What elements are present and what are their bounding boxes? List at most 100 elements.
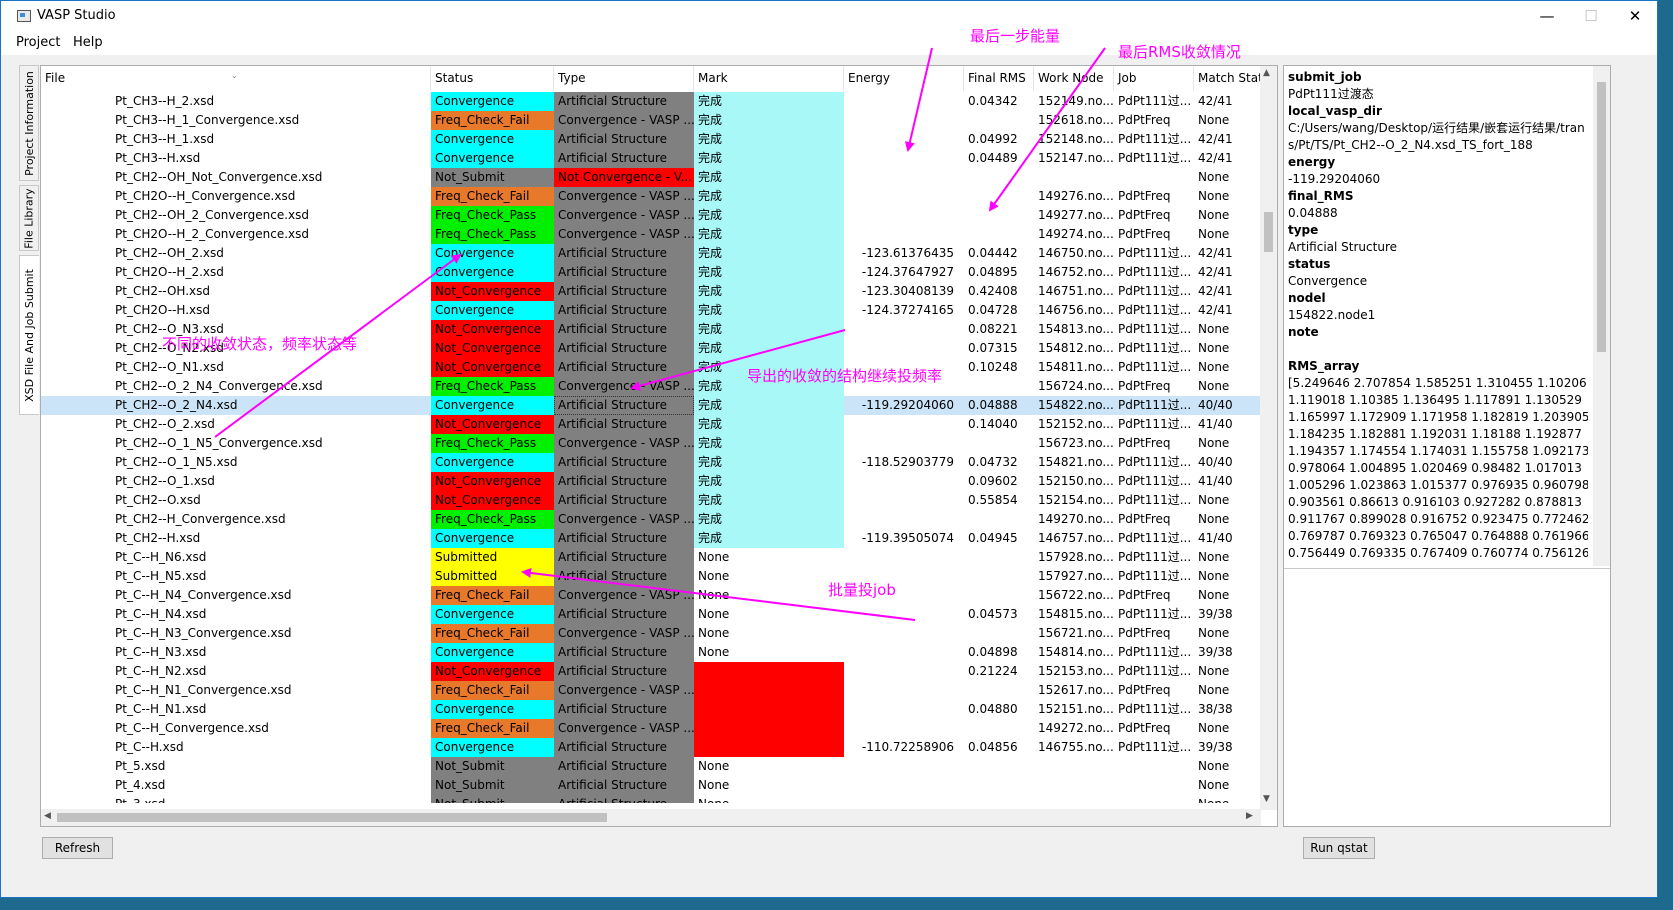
- cell-file: Pt_C--H_N1.xsd: [115, 702, 207, 716]
- table-row[interactable]: Pt_CH2--O_2.xsd Not_Convergence Artificial…: [41, 415, 1261, 434]
- scroll-thumb[interactable]: [57, 813, 607, 822]
- table-row[interactable]: Pt_C--H_N4_Convergence.xsd Freq_Check_Fai…: [41, 586, 1261, 605]
- tab-file-library[interactable]: File Library: [19, 185, 39, 251]
- cell-mark: 完成: [694, 301, 844, 320]
- column-header-mark[interactable]: Mark: [694, 66, 844, 91]
- table-row[interactable]: Pt_3.xsdNot_SubmitArtificial StructureNo…: [41, 795, 1261, 803]
- table-row[interactable]: Pt_CH2--O_2_N4_Convergence.xsd Freq_Check…: [41, 377, 1261, 396]
- table-row[interactable]: Pt_C--H_N5.xsd Submitted Artificial Struct…: [41, 567, 1261, 586]
- table-row[interactable]: Pt_CH2--H_Convergence.xsd Freq_Check_Pass…: [41, 510, 1261, 529]
- table-row[interactable]: Pt_C--H_N1.xsd Convergence Artificial Stru…: [41, 700, 1261, 719]
- table-row[interactable]: Pt_CH2--OH_2_Convergence.xsd Freq_Check_P…: [41, 206, 1261, 225]
- detail-vertical-scrollbar[interactable]: [1593, 66, 1610, 566]
- menu-project[interactable]: Project: [16, 35, 60, 50]
- table-row[interactable]: Pt_CH3--H_2.xsd Convergence Artificial Str…: [41, 92, 1261, 111]
- refresh-button[interactable]: Refresh: [42, 837, 113, 859]
- table-row[interactable]: Pt_CH2O--H_Convergence.xsd Freq_Check_Fai…: [41, 187, 1261, 206]
- cell-mark: None: [698, 550, 730, 564]
- rms-array-line: [5.249646 2.707854 1.585251 1.310455 1.1…: [1288, 376, 1588, 390]
- table-row[interactable]: Pt_CH3--H_1.xsd Convergence Artificial Str…: [41, 130, 1261, 149]
- table-row[interactable]: Pt_CH2O--H_2_Convergence.xsd Freq_Check_P…: [41, 225, 1261, 244]
- cell-mark: None: [698, 588, 730, 602]
- cell-final-rms: [964, 776, 1034, 795]
- table-row[interactable]: Pt_CH2--H.xsd Convergence Artificial Struc…: [41, 529, 1261, 548]
- cell-type: Artificial Structure: [554, 358, 694, 377]
- table-row[interactable]: Pt_CH2--OH.xsd Not_Convergence Artificial …: [41, 282, 1261, 301]
- cell-mark: 完成: [694, 244, 844, 263]
- job-detail-panel: submit_job PdPt111过渡态 local_vasp_dir C:/…: [1283, 65, 1611, 827]
- table-row[interactable]: Pt_CH2O--H_2.xsd Convergence Artificial St…: [41, 263, 1261, 282]
- tab-project-information[interactable]: Project Information: [19, 65, 39, 181]
- scroll-up-icon[interactable]: ▲: [1263, 68, 1270, 78]
- table-row[interactable]: Pt_C--H.xsd Convergence Artificial Structu…: [41, 738, 1261, 757]
- table-row[interactable]: Pt_C--H_N6.xsd Submitted Artificial Struct…: [41, 548, 1261, 567]
- table-row[interactable]: Pt_C--H_N1_Convergence.xsd Freq_Check_Fai…: [41, 681, 1261, 700]
- cell-file: Pt_CH2O--H.xsd: [115, 303, 211, 317]
- table-row[interactable]: Pt_C--H_Convergence.xsd Freq_Check_Fail Co…: [41, 719, 1261, 738]
- maximize-button[interactable]: ☐: [1569, 5, 1613, 27]
- cell-mark: 完成: [694, 187, 844, 206]
- column-header-final-rms[interactable]: Final RMS: [964, 66, 1034, 91]
- table-row[interactable]: Pt_C--H_N4.xsd Convergence Artificial Stru…: [41, 605, 1261, 624]
- table-row[interactable]: Pt_CH3--H_1_Convergence.xsd Freq_Check_Fa…: [41, 111, 1261, 130]
- table-row[interactable]: Pt_C--H_N3.xsd Convergence Artificial Stru…: [41, 643, 1261, 662]
- cell-status: Convergence: [431, 453, 554, 472]
- column-header-work-node[interactable]: Work Node: [1034, 66, 1114, 91]
- table-row[interactable]: Pt_CH2--O_N1.xsd Not_Convergence Artificia…: [41, 358, 1261, 377]
- table-row[interactable]: Pt_CH2--O_1.xsd Not_Convergence Artificial…: [41, 472, 1261, 491]
- cell-match-state: None: [1198, 626, 1230, 640]
- cell-job: [1114, 168, 1194, 187]
- cell-file: Pt_C--H_N5.xsd: [115, 569, 207, 583]
- rms-array-line: 0.978064 1.004895 1.020469 0.98482 1.017…: [1288, 461, 1582, 475]
- table-row[interactable]: Pt_CH2--OH_2.xsd Convergence Artificial St…: [41, 244, 1261, 263]
- cell-work-node: 157927.no...: [1038, 569, 1114, 583]
- table-horizontal-scrollbar[interactable]: ◀ ▶: [41, 809, 1261, 826]
- scroll-thumb[interactable]: [1597, 82, 1606, 352]
- table-row[interactable]: Pt_C--H_N3_Convergence.xsd Freq_Check_Fai…: [41, 624, 1261, 643]
- tab-xsd-file-and-job-submit[interactable]: XSD File And Job Submit: [19, 255, 39, 415]
- run-qstat-button[interactable]: Run qstat: [1303, 837, 1375, 859]
- table-row[interactable]: Pt_CH2--OH_Not_Convergence.xsd Not_Submit…: [41, 168, 1261, 187]
- cell-work-node: 146757.no...: [1038, 531, 1114, 545]
- cell-status: Convergence: [431, 149, 554, 168]
- cell-final-rms: 0.21224: [968, 664, 1018, 678]
- cell-type: Convergence - VASP ...: [554, 225, 694, 244]
- detail-key-energy: energy: [1288, 155, 1336, 169]
- table-row[interactable]: Pt_CH2--O_2_N4.xsd Convergence Artificial …: [41, 396, 1261, 415]
- column-header-job[interactable]: Job: [1114, 66, 1194, 91]
- cell-match-state: None: [1198, 493, 1230, 507]
- scroll-left-icon[interactable]: ◀: [44, 811, 51, 821]
- table-row[interactable]: Pt_CH2O--H.xsd Convergence Artificial Stru…: [41, 301, 1261, 320]
- scroll-right-icon[interactable]: ▶: [1246, 811, 1253, 821]
- table-row[interactable]: Pt_4.xsd Not_Submit Artificial Structure No…: [41, 776, 1261, 795]
- close-button[interactable]: ✕: [1613, 5, 1657, 27]
- minimize-button[interactable]: —: [1525, 5, 1569, 27]
- column-header-type[interactable]: Type: [554, 66, 694, 91]
- table-row[interactable]: Pt_5.xsd Not_Submit Artificial Structure No…: [41, 757, 1261, 776]
- table-row[interactable]: Pt_CH2--O.xsd Not_Convergence Artificial S…: [41, 491, 1261, 510]
- cell-file: Pt_C--H_N3.xsd: [115, 645, 207, 659]
- column-header-match-state[interactable]: Match State: [1194, 66, 1270, 91]
- table-row[interactable]: Pt_CH3--H.xsd Convergence Artificial Struc…: [41, 149, 1261, 168]
- job-detail-text[interactable]: submit_job PdPt111过渡态 local_vasp_dir C:/…: [1288, 69, 1588, 569]
- cell-work-node: [1034, 795, 1114, 803]
- menu-help[interactable]: Help: [73, 35, 103, 50]
- table-row[interactable]: Pt_CH2--O_1_N5_Convergence.xsd Freq_Check…: [41, 434, 1261, 453]
- cell-work-node: 149276.no...: [1038, 189, 1114, 203]
- column-header-status[interactable]: Status: [431, 66, 554, 91]
- job-table[interactable]: File ⌄ Status Type Mark Energy Final RMS …: [40, 65, 1278, 827]
- table-vertical-scrollbar[interactable]: ▲ ▼: [1260, 66, 1277, 810]
- scroll-thumb[interactable]: [1264, 212, 1273, 252]
- cell-match-state: 42/41: [1198, 265, 1233, 279]
- cell-job: [1114, 757, 1194, 776]
- cell-energy: [844, 491, 964, 510]
- table-row[interactable]: Pt_C--H_N2.xsd Not_Convergence Artificial …: [41, 662, 1261, 681]
- cell-match-state: None: [1198, 360, 1230, 374]
- scroll-down-icon[interactable]: ▼: [1263, 794, 1270, 804]
- table-row[interactable]: Pt_CH2--O_1_N5.xsd Convergence Artificial …: [41, 453, 1261, 472]
- cell-type: Convergence - VASP ...: [554, 681, 694, 700]
- cell-status: Not_Convergence: [431, 415, 554, 434]
- column-header-energy[interactable]: Energy: [844, 66, 964, 91]
- cell-final-rms: [964, 681, 1034, 700]
- column-header-file[interactable]: File ⌄: [41, 66, 431, 91]
